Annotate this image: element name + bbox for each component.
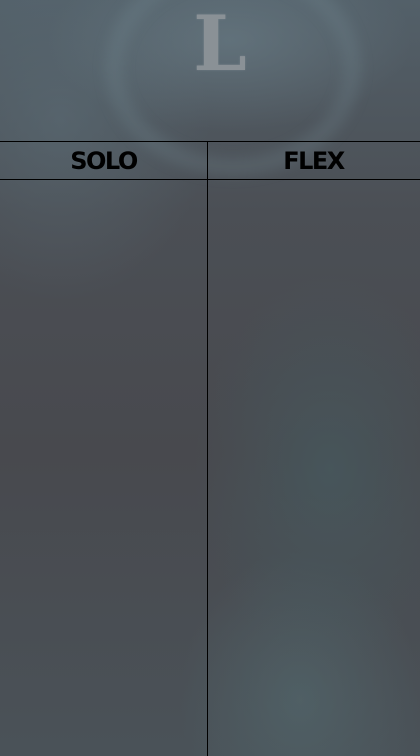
table-header: SOLO FLEX — [0, 141, 420, 180]
column-divider — [207, 141, 208, 756]
column-header-flex[interactable]: FLEX — [207, 142, 420, 179]
logo-letter: L — [193, 0, 247, 88]
league-logo-icon: L — [180, 4, 260, 84]
queue-table: SOLO FLEX — [0, 141, 420, 756]
column-header-solo[interactable]: SOLO — [0, 142, 207, 179]
